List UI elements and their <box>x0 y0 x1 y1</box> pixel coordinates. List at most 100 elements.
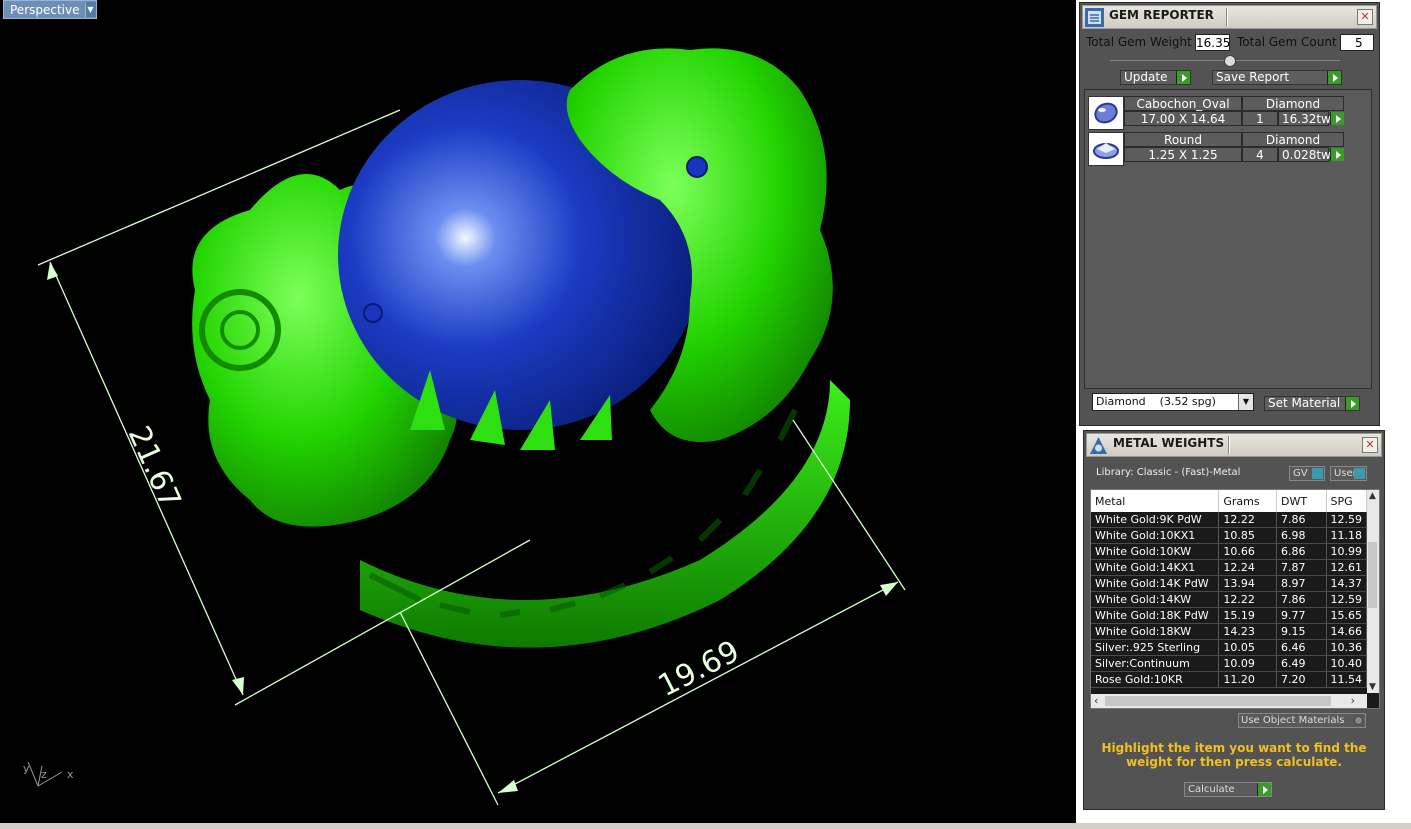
gem-shape-cell: Cabochon_Oval <box>1124 96 1242 111</box>
column-header-grams[interactable]: Grams <box>1218 490 1278 512</box>
gem-row[interactable]: Cabochon_Oval Diamond 17.00 X 14.64 1 16… <box>1088 96 1350 130</box>
spg-cell: 12.59 <box>1326 512 1367 528</box>
spg-cell: 15.65 <box>1326 607 1367 624</box>
table-row[interactable]: White Gold:18KW 14.23 9.15 14.66 <box>1091 623 1367 640</box>
grams-cell: 10.85 <box>1218 527 1278 544</box>
dwt-cell: 7.86 <box>1276 512 1327 528</box>
save-report-button[interactable]: Save Report <box>1212 70 1342 85</box>
toggle-icon <box>1354 716 1363 725</box>
spg-cell: 14.66 <box>1326 623 1367 640</box>
gem-row[interactable]: Round Diamond 1.25 X 1.25 4 0.028tw <box>1088 132 1350 166</box>
status-strip <box>0 823 1411 829</box>
metal-weights-titlebar[interactable]: METAL WEIGHTS ✕ <box>1086 433 1382 457</box>
ring-model-scene[interactable]: 21.67 19.69 y z x <box>0 0 1076 829</box>
grams-cell: 13.94 <box>1218 575 1278 592</box>
gem-list[interactable]: Cabochon_Oval Diamond 17.00 X 14.64 1 16… <box>1084 89 1372 389</box>
viewport-tab[interactable]: Perspective ▼ <box>3 0 97 19</box>
table-row[interactable]: White Gold:9K PdW 12.22 7.86 12.59 <box>1091 512 1367 528</box>
grams-cell: 10.09 <box>1218 655 1278 672</box>
chevron-down-icon[interactable]: ▼ <box>84 2 96 17</box>
use-object-materials-label: Use Object Materials <box>1241 715 1345 726</box>
scroll-thumb[interactable] <box>1368 542 1377 608</box>
metal-cell: White Gold:18K PdW <box>1091 607 1220 624</box>
spg-cell: 11.18 <box>1326 527 1367 544</box>
gem-reporter-title: GEM REPORTER <box>1109 8 1214 22</box>
gem-reporter-icon <box>1085 8 1104 27</box>
grams-cell: 12.22 <box>1218 512 1278 528</box>
axis-x-label: x <box>67 768 74 781</box>
update-button[interactable]: Update <box>1120 70 1191 85</box>
table-row[interactable]: White Gold:14KX1 12.24 7.87 12.61 <box>1091 559 1367 576</box>
gv-toggle[interactable]: GV <box>1289 466 1325 481</box>
dwt-cell: 6.98 <box>1276 527 1327 544</box>
close-icon[interactable]: ✕ <box>1357 9 1373 25</box>
gem-weight-cell: 16.32tw <box>1278 111 1331 126</box>
gv-toggle-label: GV <box>1293 468 1308 479</box>
metal-cell: White Gold:14K PdW <box>1091 575 1220 592</box>
spg-cell: 12.61 <box>1326 559 1367 576</box>
table-row[interactable]: Rose Gold:10KR 11.20 7.20 11.54 <box>1091 671 1367 688</box>
horizontal-scrollbar[interactable]: ‹ › <box>1091 694 1367 708</box>
viewport-tab-label: Perspective <box>10 2 80 17</box>
save-report-button-label: Save Report <box>1216 70 1290 84</box>
table-row[interactable]: Silver:Continuum 10.09 6.49 10.40 <box>1091 655 1367 672</box>
table-row[interactable]: Silver:.925 Sterling 10.05 6.46 10.36 <box>1091 639 1367 656</box>
spg-cell: 10.99 <box>1326 543 1367 560</box>
scroll-down-icon[interactable]: ▼ <box>1369 682 1376 692</box>
column-header-dwt[interactable]: DWT <box>1276 490 1327 512</box>
metal-weights-panel: METAL WEIGHTS ✕ Library: Classic - (Fast… <box>1083 430 1385 810</box>
gem-count-cell: 1 <box>1242 111 1278 126</box>
material-select[interactable]: Diamond (3.52 spg) ▼ <box>1092 393 1254 411</box>
metal-table: Metal Grams DWT SPG White Gold:9K PdW 12.… <box>1091 490 1367 688</box>
splitter-grip-icon[interactable] <box>1224 55 1236 67</box>
gem-material-cell: Diamond <box>1242 132 1344 147</box>
spg-cell: 10.36 <box>1326 639 1367 656</box>
table-row[interactable]: White Gold:14K PdW 13.94 8.97 14.37 <box>1091 575 1367 592</box>
chevron-down-icon[interactable]: ▼ <box>1238 394 1253 410</box>
dwt-cell: 6.46 <box>1276 639 1327 656</box>
material-select-value: Diamond (3.52 spg) <box>1096 395 1216 408</box>
calculate-button[interactable]: Calculate <box>1184 782 1272 797</box>
metal-cell: Silver:.925 Sterling <box>1091 639 1220 656</box>
scroll-left-icon[interactable]: ‹ <box>1094 694 1098 708</box>
gem-size-cell: 1.25 X 1.25 <box>1124 147 1242 162</box>
gem-reporter-titlebar[interactable]: GEM REPORTER ✕ <box>1082 5 1377 29</box>
gem-size-cell: 17.00 X 14.64 <box>1124 111 1242 126</box>
instruction-text: Highlight the item you want to find the … <box>1101 741 1367 769</box>
update-button-label: Update <box>1124 70 1168 84</box>
grams-cell: 12.22 <box>1218 591 1278 608</box>
width-dimension-label: 19.69 <box>653 634 745 704</box>
dwt-cell: 6.86 <box>1276 543 1327 560</box>
table-row[interactable]: White Gold:18K PdW 15.19 9.77 15.65 <box>1091 607 1367 624</box>
set-material-button-label: Set Material <box>1268 396 1341 410</box>
gem-select-button[interactable] <box>1330 148 1344 161</box>
dwt-cell: 8.97 <box>1276 575 1327 592</box>
close-icon[interactable]: ✕ <box>1362 437 1378 453</box>
scroll-thumb-horizontal[interactable] <box>1105 696 1331 706</box>
dwt-cell: 7.87 <box>1276 559 1327 576</box>
use-object-materials-toggle[interactable]: Use Object Materials <box>1238 713 1366 728</box>
perspective-viewport[interactable]: 21.67 19.69 y z x Perspective ▼ <box>0 0 1076 829</box>
total-gem-count-field: 5 <box>1340 34 1374 51</box>
table-row[interactable]: White Gold:14KW 12.22 7.86 12.59 <box>1091 591 1367 608</box>
table-row[interactable]: White Gold:10KW 10.66 6.86 10.99 <box>1091 543 1367 560</box>
titlebar-divider <box>1226 8 1227 26</box>
column-header-metal[interactable]: Metal <box>1091 490 1220 512</box>
metal-cell: Silver:Continuum <box>1091 655 1220 672</box>
titlebar-divider <box>1228 436 1229 454</box>
play-icon <box>1257 783 1271 796</box>
scroll-up-icon[interactable]: ▲ <box>1369 491 1376 501</box>
dwt-cell: 7.20 <box>1276 671 1327 688</box>
table-row[interactable]: White Gold:10KX1 10.85 6.98 11.18 <box>1091 527 1367 544</box>
scroll-right-icon[interactable]: › <box>1351 694 1355 708</box>
gem-weight-cell: 0.028tw <box>1278 147 1331 162</box>
user-toggle[interactable]: User <box>1330 466 1367 481</box>
metal-weights-icon <box>1090 437 1107 454</box>
vertical-scrollbar[interactable]: ▲ ▼ <box>1367 490 1379 693</box>
metal-table-container[interactable]: Metal Grams DWT SPG White Gold:9K PdW 12.… <box>1090 489 1380 709</box>
column-header-spg[interactable]: SPG <box>1326 490 1367 512</box>
gem-select-button[interactable] <box>1330 112 1344 125</box>
dwt-cell: 6.49 <box>1276 655 1327 672</box>
spg-cell: 10.40 <box>1326 655 1367 672</box>
set-material-button[interactable]: Set Material <box>1264 396 1360 411</box>
